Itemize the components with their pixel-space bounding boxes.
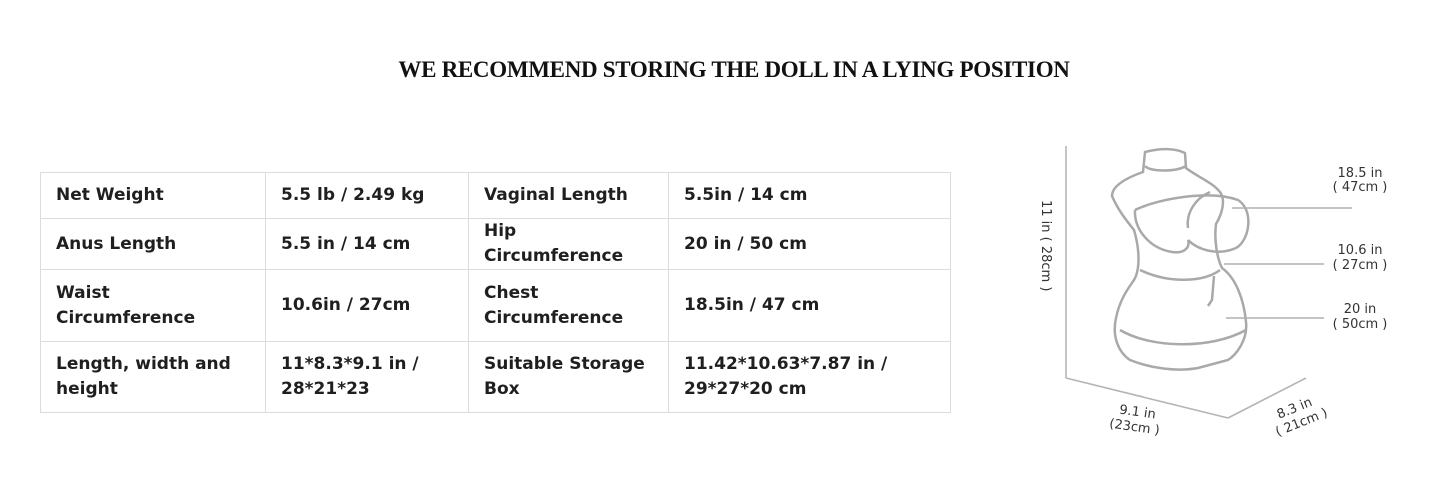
waist-measure-metric: ( 27cm ): [1333, 258, 1388, 273]
spec-value: 11*8.3*9.1 in / 28*21*23: [265, 341, 469, 413]
torso-outline: [1110, 147, 1250, 371]
spec-label: Anus Length: [40, 218, 266, 270]
spec-value: 5.5in / 14 cm: [668, 172, 951, 219]
table-row: Length, width and height 11*8.3*9.1 in /…: [40, 341, 951, 413]
waist-measure-label: 10.6 in: [1338, 243, 1383, 258]
spec-label: Length, width and height: [40, 341, 266, 413]
hip-measure-metric: ( 50cm ): [1333, 317, 1388, 332]
spec-value: 18.5in / 47 cm: [668, 269, 951, 342]
chest-measure-label: 18.5 in: [1338, 166, 1383, 181]
spec-value: 20 in / 50 cm: [668, 218, 951, 270]
torso-dimension-diagram: 18.5 in ( 47cm ) 10.6 in ( 27cm ) 20 in …: [1038, 146, 1388, 440]
page-headline: WE RECOMMEND STORING THE DOLL IN A LYING…: [398, 57, 1070, 82]
table-row: Net Weight 5.5 lb / 2.49 kg Vaginal Leng…: [40, 172, 951, 219]
spec-value: 10.6in / 27cm: [265, 269, 469, 342]
dimension-axes: [1065, 146, 1307, 419]
spec-value: 5.5 in / 14 cm: [265, 218, 469, 270]
spec-label: Suitable Storage Box: [468, 341, 669, 413]
spec-label: Chest Circumference: [468, 269, 669, 342]
height-measure-label: 11 in ( 28cm ): [1038, 200, 1053, 291]
specs-table: Net Weight 5.5 lb / 2.49 kg Vaginal Leng…: [40, 172, 951, 413]
spec-value: 11.42*10.63*7.87 in / 29*27*20 cm: [668, 341, 951, 413]
spec-label: Vaginal Length: [468, 172, 669, 219]
spec-label: Net Weight: [40, 172, 266, 219]
chest-measure-metric: ( 47cm ): [1333, 180, 1388, 195]
spec-label: Hip Circumference: [468, 218, 669, 270]
table-row: Waist Circumference 10.6in / 27cm Chest …: [40, 269, 951, 342]
spec-label: Waist Circumference: [40, 269, 266, 342]
spec-value: 5.5 lb / 2.49 kg: [265, 172, 469, 219]
hip-measure-label: 20 in: [1344, 302, 1377, 317]
table-row: Anus Length 5.5 in / 14 cm Hip Circumfer…: [40, 218, 951, 270]
